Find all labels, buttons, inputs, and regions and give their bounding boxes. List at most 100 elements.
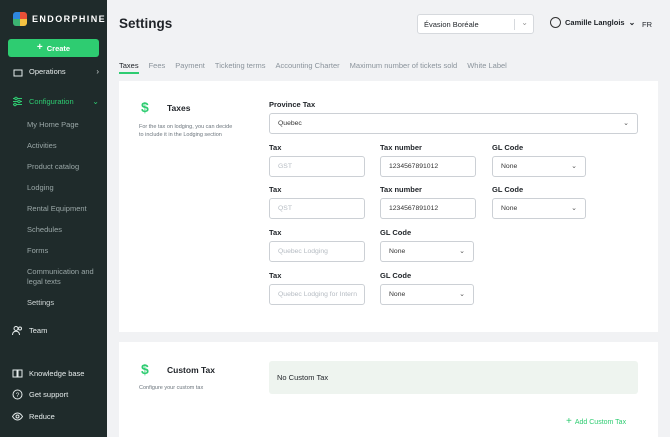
tab-max-tickets[interactable]: Maximum number of tickets sold — [350, 61, 458, 74]
tax-number-field[interactable]: 1234567891012 — [380, 198, 476, 219]
eye-icon — [12, 411, 23, 422]
tax-name-field[interactable] — [269, 284, 365, 305]
custom-tax-description: Configure your custom tax — [139, 385, 204, 391]
chevron-right-icon: › — [96, 67, 99, 76]
sidebar-subitem-settings[interactable]: Settings — [27, 298, 54, 307]
tax-label: Tax — [269, 228, 282, 237]
add-custom-tax-label: Add Custom Tax — [574, 418, 627, 426]
tab-ticketing-terms[interactable]: Ticketing terms — [215, 61, 266, 74]
sidebar-item-knowledge-base[interactable]: Knowledge base — [12, 368, 99, 379]
chevron-down-icon: ⌄ — [459, 248, 465, 255]
taxes-description-line1: For the tax on lodging, you can decide — [139, 124, 233, 130]
settings-tabs: Taxes Fees Payment Ticketing terms Accou… — [119, 61, 517, 74]
sidebar-item-label: Configuration — [29, 97, 74, 106]
tax-name-input[interactable] — [278, 291, 364, 298]
tax-name-input[interactable] — [278, 163, 364, 170]
tax-label: Tax — [269, 185, 282, 194]
gl-code-select[interactable]: None ⌄ — [492, 156, 586, 177]
create-label: Create — [46, 43, 71, 53]
tax-number-label: Tax number — [380, 143, 422, 152]
custom-tax-title: Custom Tax — [167, 365, 216, 375]
select-divider — [514, 19, 515, 30]
tax-number-field[interactable]: 1234567891012 — [380, 156, 476, 177]
sidebar-item-get-support[interactable]: ? Get support — [12, 389, 99, 400]
sliders-icon — [12, 96, 23, 107]
team-icon — [12, 325, 23, 336]
sidebar-subitem-rental-equipment[interactable]: Rental Equipment — [27, 204, 87, 213]
province-tax-value: Quebec — [278, 120, 302, 127]
chevron-down-icon: ⌄ — [628, 18, 636, 27]
dollar-icon: $ — [141, 99, 149, 115]
tax-number-label: Tax number — [380, 185, 422, 194]
chevron-down-icon: ⌄ — [459, 291, 465, 298]
help-icon: ? — [12, 389, 23, 400]
chevron-down-icon: ⌄ — [571, 205, 577, 212]
gl-code-label: GL Code — [380, 271, 412, 280]
sidebar-subitem-communication[interactable]: Communication and — [27, 267, 94, 276]
sidebar-subitem-home[interactable]: My Home Page — [27, 120, 79, 129]
gl-code-select[interactable]: None ⌄ — [380, 284, 474, 305]
chevron-down-icon: ⌄ — [623, 120, 629, 127]
plus-icon: + — [566, 416, 572, 427]
page-title: Settings — [119, 16, 173, 31]
book-icon — [12, 368, 23, 379]
sidebar-subitem-schedules[interactable]: Schedules — [27, 225, 62, 234]
gl-code-label: GL Code — [492, 143, 524, 152]
chevron-down-icon: ⌄ — [521, 18, 528, 27]
sidebar-item-operations[interactable]: Operations › — [12, 66, 99, 77]
sidebar-item-configuration[interactable]: Configuration ⌄ — [12, 96, 99, 107]
operations-icon — [12, 66, 23, 77]
tab-taxes[interactable]: Taxes — [119, 61, 139, 74]
plus-icon: + — [36, 42, 43, 53]
tax-name-input[interactable] — [278, 205, 364, 212]
sidebar-subitem-forms[interactable]: Forms — [27, 246, 48, 255]
brand-logo[interactable]: ENDORPHINE — [13, 12, 106, 26]
sidebar-item-reduce[interactable]: Reduce — [12, 411, 99, 422]
tax-label: Tax — [269, 271, 282, 280]
taxes-description-line2: to include it in the Lodging section — [139, 132, 222, 138]
sidebar-item-team[interactable]: Team — [12, 325, 99, 336]
sidebar-item-label: Get support — [29, 390, 69, 399]
tab-accounting-charter[interactable]: Accounting Charter — [275, 61, 339, 74]
tab-white-label[interactable]: White Label — [467, 61, 507, 74]
brand-name: ENDORPHINE — [32, 14, 107, 24]
add-custom-tax-button[interactable]: + Add Custom Tax — [566, 417, 626, 427]
logo-icon — [13, 12, 27, 26]
gl-code-select[interactable]: None ⌄ — [492, 198, 586, 219]
user-avatar-icon — [550, 17, 561, 28]
sidebar-subitem-product-catalog[interactable]: Product catalog — [27, 162, 79, 171]
tax-name-field[interactable] — [269, 156, 365, 177]
custom-tax-card: $ Custom Tax Configure your custom tax N… — [119, 342, 658, 437]
svg-text:?: ? — [16, 392, 20, 399]
tab-payment[interactable]: Payment — [175, 61, 205, 74]
gl-code-value: None — [389, 248, 406, 255]
sidebar-subitem-activities[interactable]: Activities — [27, 141, 57, 150]
gl-code-label: GL Code — [380, 228, 412, 237]
province-tax-label: Province Tax — [269, 100, 316, 109]
province-tax-select[interactable]: Quebec ⌄ — [269, 113, 638, 134]
dollar-icon: $ — [141, 361, 149, 377]
language-switch[interactable]: FR — [642, 20, 652, 29]
gl-code-value: None — [389, 291, 406, 298]
tax-name-field[interactable] — [269, 241, 365, 262]
user-menu[interactable]: Camille Langlois ⌄ — [550, 17, 635, 28]
taxes-card: $ Taxes For the tax on lodging, you can … — [119, 81, 658, 332]
organization-value: Évasion Boréale — [424, 19, 479, 29]
sidebar: ENDORPHINE + Create Operations › Configu… — [0, 0, 107, 437]
sidebar-item-label: Reduce — [29, 412, 55, 421]
gl-code-value: None — [501, 205, 518, 212]
tax-name-field[interactable] — [269, 198, 365, 219]
tax-label: Tax — [269, 143, 282, 152]
tax-name-input[interactable] — [278, 248, 364, 255]
sidebar-subitem-lodging[interactable]: Lodging — [27, 183, 54, 192]
organization-select[interactable]: Évasion Boréale ⌄ — [417, 14, 534, 34]
gl-code-select[interactable]: None ⌄ — [380, 241, 474, 262]
gl-code-value: None — [501, 163, 518, 170]
sidebar-subitem-communication-line2[interactable]: legal texts — [27, 277, 61, 286]
chevron-down-icon: ⌄ — [571, 163, 577, 170]
empty-state-text: No Custom Tax — [277, 373, 329, 382]
user-name: Camille Langlois — [565, 18, 625, 27]
create-button[interactable]: + Create — [8, 39, 99, 57]
tab-fees[interactable]: Fees — [149, 61, 166, 74]
sidebar-item-label: Knowledge base — [29, 369, 85, 378]
